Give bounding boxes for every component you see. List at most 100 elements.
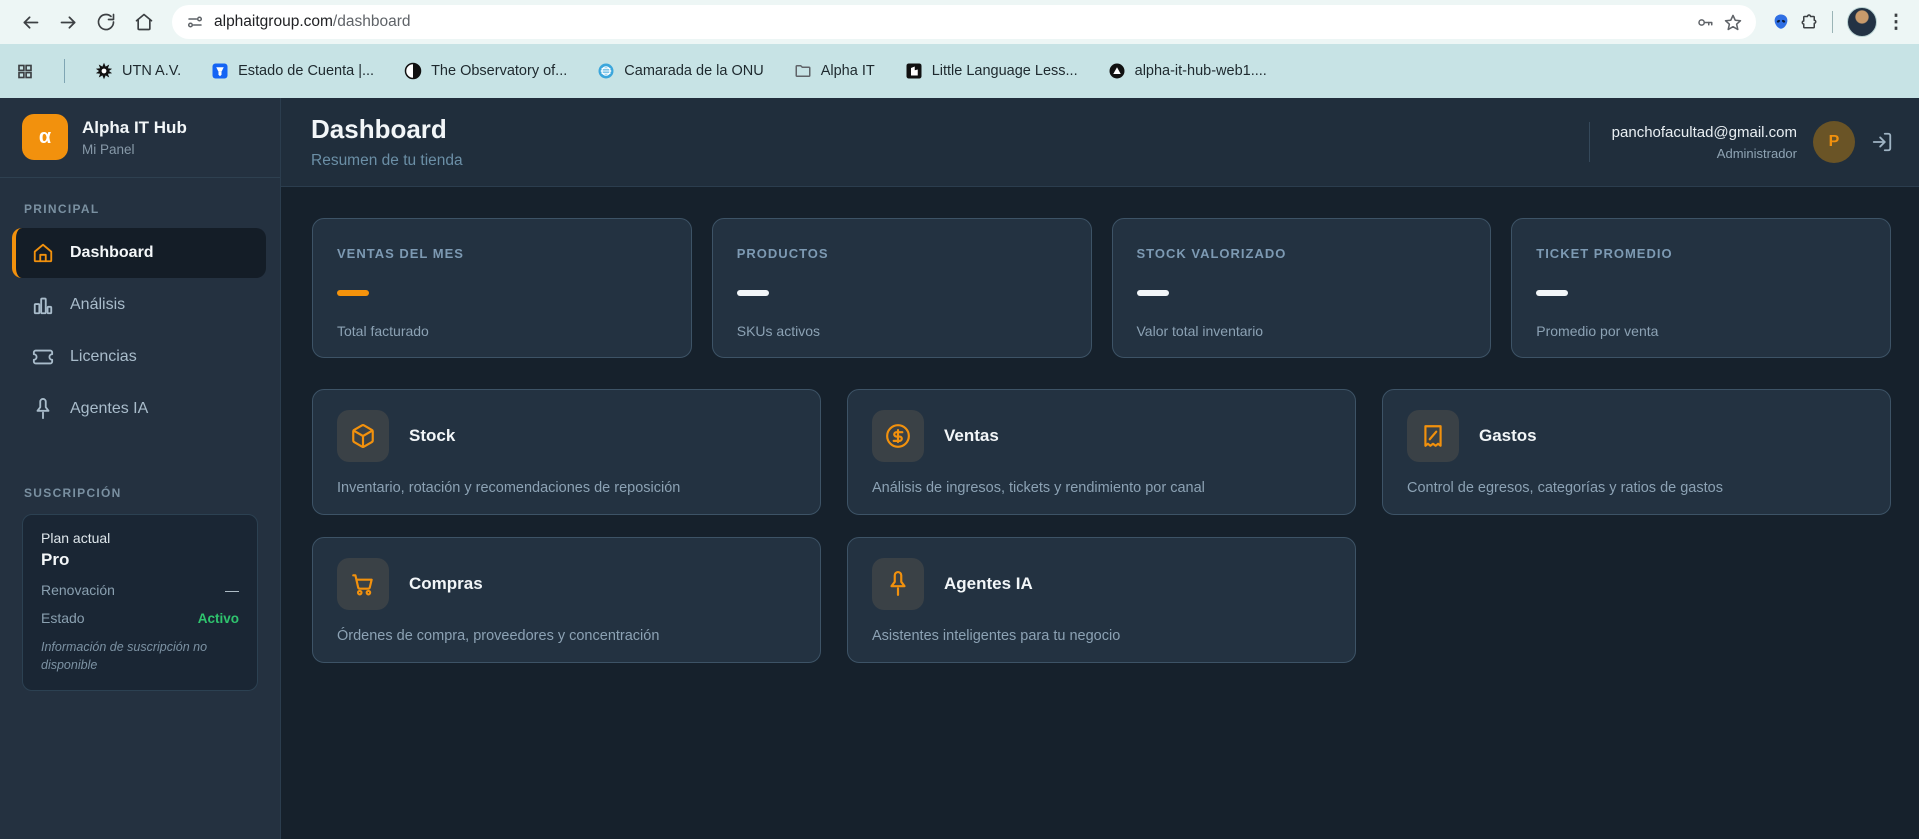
url-domain: alphaitgroup.com (214, 13, 333, 30)
stat-label: STOCK VALORIZADO (1136, 246, 1287, 261)
home-icon (32, 242, 54, 264)
module-card-stock[interactable]: Stock Inventario, rotación y recomendaci… (312, 389, 821, 515)
bookmark-label: The Observatory of... (431, 63, 568, 79)
module-description: Asistentes inteligentes para tu negocio (872, 628, 1121, 644)
extensions-puzzle-icon[interactable] (1800, 13, 1818, 31)
bookmark-item[interactable]: The Observatory of... (404, 62, 567, 80)
renewal-value: — (225, 582, 239, 598)
brand-title: Alpha IT Hub (82, 117, 187, 137)
bookmark-star-icon[interactable] (1724, 13, 1742, 31)
module-card-agentes-ia[interactable]: Agentes IA Asistentes inteligentes para … (847, 537, 1356, 663)
stat-value-dash (337, 290, 369, 296)
url-bar[interactable]: alphaitgroup.com/dashboard (172, 5, 1756, 39)
page-header: Dashboard Resumen de tu tienda panchofac… (281, 98, 1919, 187)
bookmark-label: alpha-it-hub-web1.... (1134, 63, 1267, 79)
bookmarks-divider (64, 59, 65, 83)
toolbar-divider (1832, 11, 1833, 33)
package-icon (337, 410, 389, 462)
apps-grid-icon[interactable] (16, 62, 34, 80)
sidebar-item-label: Análisis (70, 296, 126, 313)
stat-value-dash (1136, 290, 1169, 296)
url-text: alphaitgroup.com/dashboard (214, 13, 410, 31)
avatar[interactable]: P (1813, 121, 1855, 163)
folder-icon (794, 62, 812, 80)
subscription-card: Plan actual Pro Renovación — Estado Acti… (22, 514, 258, 692)
sidebar-item-agentes-ia[interactable]: Agentes IA (0, 384, 266, 434)
module-description: Análisis de ingresos, tickets y rendimie… (872, 480, 1205, 496)
url-path: /dashboard (332, 13, 411, 30)
receipt-icon (1407, 410, 1459, 462)
module-title: Ventas (944, 426, 999, 445)
globe-icon (597, 62, 615, 80)
bookmark-label: Alpha IT (820, 63, 875, 79)
bookmark-item[interactable]: alpha-it-hub-web1.... (1108, 62, 1267, 80)
plan-label: Plan actual (41, 530, 111, 546)
module-title: Stock (409, 426, 456, 445)
header-divider (1588, 122, 1590, 162)
module-description: Control de egresos, categorías y ratios … (1407, 480, 1723, 496)
subscription-note: Información de suscripción no disponible (41, 640, 208, 673)
ticket-icon (32, 346, 54, 368)
sidebar-item-dashboard[interactable]: Dashboard (12, 228, 266, 278)
stat-card-stock-valorizado: STOCK VALORIZADO Valor total inventario (1111, 218, 1492, 358)
header-user-area: panchofacultad@gmail.com Administrador P (1588, 121, 1893, 163)
sidebar-item-licencias[interactable]: Licencias (0, 332, 266, 382)
modules-grid: Stock Inventario, rotación y recomendaci… (312, 389, 1891, 663)
browser-profile-avatar[interactable] (1847, 7, 1877, 37)
module-description: Órdenes de compra, proveedores y concent… (337, 628, 660, 644)
status-label: Estado (41, 610, 85, 626)
pin-bot-icon (872, 558, 924, 610)
module-title: Gastos (1479, 426, 1537, 445)
user-email: panchofacultad@gmail.com (1611, 123, 1797, 141)
module-card-compras[interactable]: Compras Órdenes de compra, proveedores y… (312, 537, 821, 663)
bookmark-item[interactable]: Little Language Less... (905, 62, 1078, 80)
module-title: Agentes IA (944, 574, 1033, 593)
alien-extension-icon[interactable] (1772, 13, 1790, 31)
reload-button[interactable] (88, 4, 124, 40)
app-shell: α Alpha IT Hub Mi Panel PRINCIPAL Dashbo… (0, 98, 1919, 839)
logout-icon[interactable] (1871, 131, 1893, 153)
stat-label: TICKET PROMEDIO (1536, 246, 1673, 261)
site-info-icon[interactable] (186, 13, 204, 31)
menu-dots-icon[interactable]: ⋮ (1887, 12, 1906, 33)
plan-name: Pro (41, 550, 70, 569)
sidebar-item-analisis[interactable]: Análisis (0, 280, 266, 330)
stat-value-dash (1536, 290, 1569, 296)
pin-bot-icon (32, 398, 54, 420)
stat-caption: SKUs activos (736, 323, 820, 339)
bookmark-item[interactable]: Alpha IT (794, 62, 875, 80)
stat-caption: Valor total inventario (1136, 323, 1264, 339)
language-icon (905, 62, 923, 80)
sidebar-item-label: Agentes IA (70, 400, 149, 417)
module-card-gastos[interactable]: Gastos Control de egresos, categorías y … (1382, 389, 1891, 515)
bookmark-label: Camarada de la ONU (624, 63, 764, 79)
module-card-ventas[interactable]: Ventas Análisis de ingresos, tickets y r… (847, 389, 1356, 515)
password-key-icon[interactable] (1696, 13, 1714, 31)
stats-row: VENTAS DEL MES Total facturado PRODUCTOS… (312, 218, 1891, 358)
vercel-icon (1108, 62, 1126, 80)
bookmark-label: Little Language Less... (931, 63, 1078, 79)
bookmarks-bar: UTN A.V. Estado de Cuenta |... The Obser… (0, 44, 1919, 98)
stat-label: PRODUCTOS (736, 246, 829, 261)
stat-caption: Promedio por venta (1536, 323, 1659, 339)
utn-logo-icon (95, 62, 113, 80)
brand: α Alpha IT Hub Mi Panel (0, 98, 280, 178)
dollar-circle-icon (872, 410, 924, 462)
page-title: Dashboard (311, 114, 447, 144)
bookmark-item[interactable]: UTN A.V. (95, 62, 181, 80)
brand-subtitle: Mi Panel (82, 141, 135, 157)
observatory-icon (404, 62, 422, 80)
bookmark-item[interactable]: Camarada de la ONU (597, 62, 764, 80)
home-button[interactable] (126, 4, 162, 40)
stat-card-productos: PRODUCTOS SKUs activos (711, 218, 1092, 358)
sidebar: α Alpha IT Hub Mi Panel PRINCIPAL Dashbo… (0, 98, 281, 839)
bookmark-label: Estado de Cuenta |... (238, 63, 375, 79)
back-button[interactable] (12, 4, 48, 40)
bookmark-item[interactable]: Estado de Cuenta |... (211, 62, 374, 80)
bookmark-label: UTN A.V. (122, 63, 182, 79)
cart-icon (337, 558, 389, 610)
sidebar-item-label: Dashboard (70, 244, 154, 261)
page-subtitle: Resumen de tu tienda (311, 152, 463, 169)
sidebar-item-label: Licencias (70, 348, 137, 365)
forward-button[interactable] (50, 4, 86, 40)
